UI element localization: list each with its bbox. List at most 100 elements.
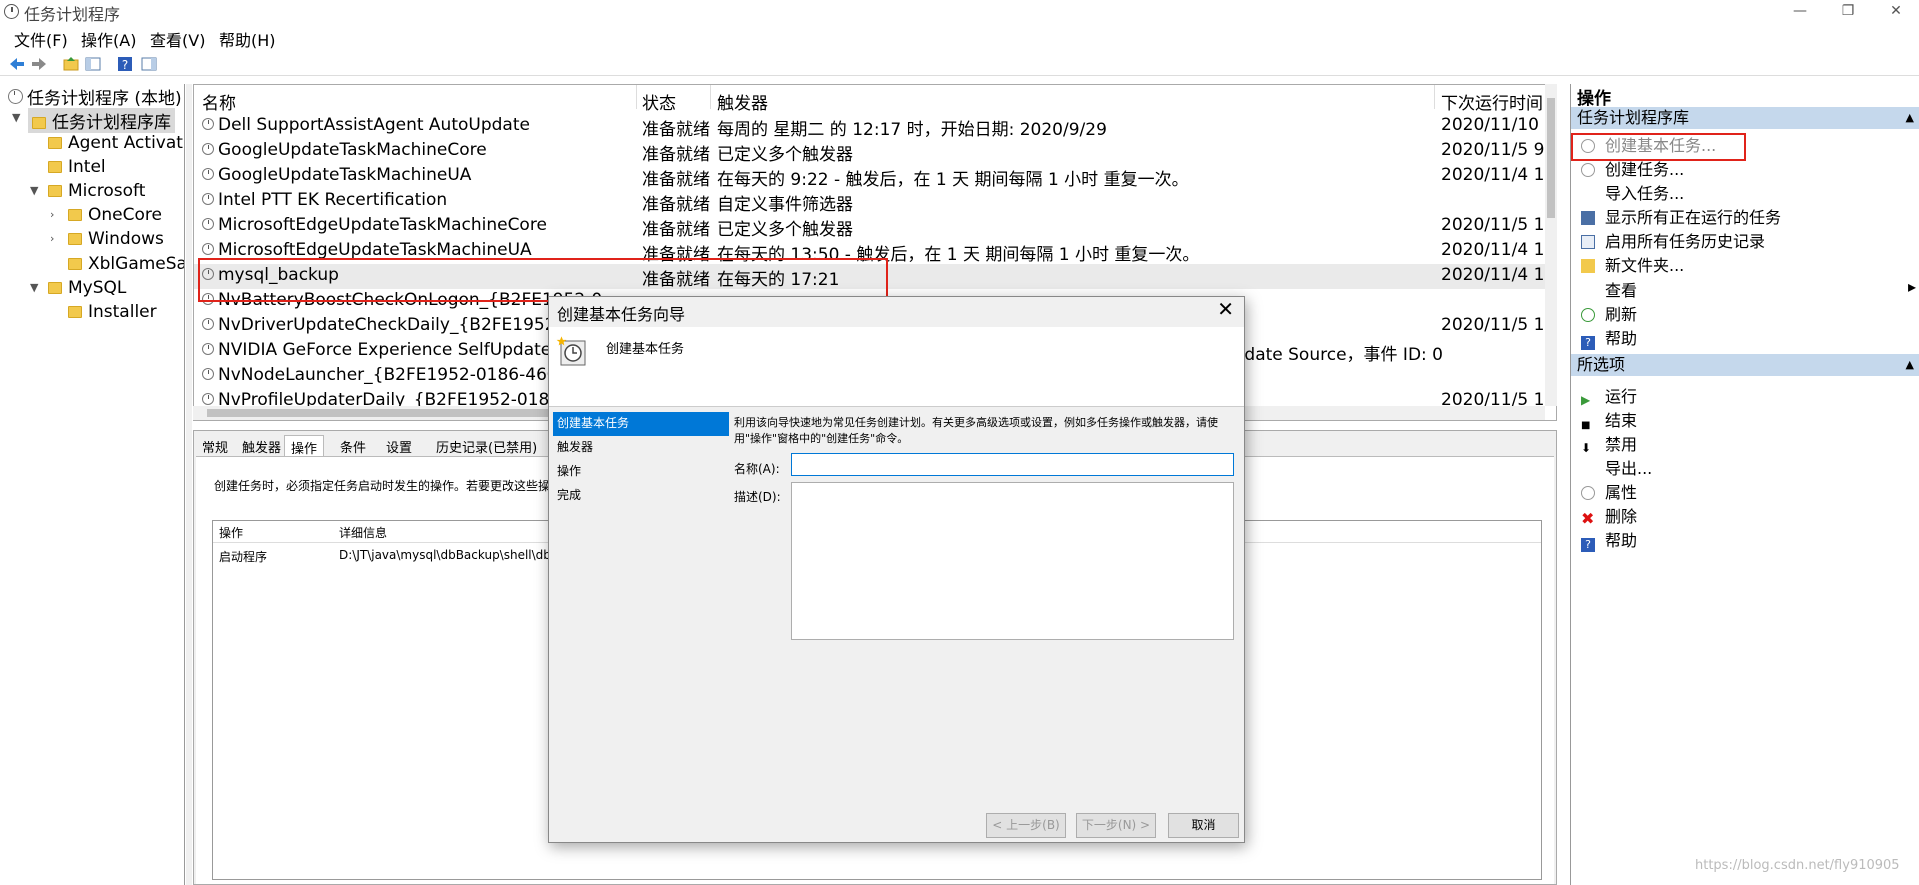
up-folder-icon[interactable] — [62, 55, 80, 73]
chevron-down-icon[interactable]: ▼ — [30, 184, 38, 197]
tree-item-microsoft[interactable]: Microsoft — [48, 181, 145, 201]
table-row[interactable]: MicrosoftEdgeUpdateTaskMachineCore 准备就绪 已定… — [194, 214, 1556, 240]
section-library[interactable]: 任务计划程序库 ▲ — [1571, 107, 1919, 129]
action-refresh[interactable]: 刷新 — [1581, 301, 1637, 325]
menu-action[interactable]: 操作(A) — [81, 27, 136, 51]
blank-icon — [1581, 187, 1595, 201]
task-next-run: 2020/11/4 17 — [1441, 165, 1556, 185]
action-disable[interactable]: ⬇ 禁用 — [1581, 431, 1637, 455]
tree-item-onecore[interactable]: OneCore — [68, 205, 162, 225]
chevron-down-icon[interactable]: ▼ — [12, 111, 20, 124]
task-name: Intel PTT EK Recertification — [218, 190, 448, 210]
vertical-scrollbar[interactable] — [1545, 84, 1557, 406]
tree-root[interactable]: 任务计划程序 (本地) — [8, 84, 182, 109]
forward-arrow-icon[interactable] — [30, 55, 48, 73]
highlight-box — [1571, 133, 1746, 161]
blank-icon — [1581, 284, 1595, 298]
action-help[interactable]: ? 帮助 — [1581, 325, 1637, 350]
tree-item-library[interactable]: 任务计划程序库 — [28, 108, 175, 133]
tab-triggers[interactable]: 触发器 — [236, 435, 287, 458]
tree-item-installer[interactable]: Installer — [68, 302, 157, 322]
tab-conditions[interactable]: 条件 — [334, 435, 372, 458]
tree-item-mysql[interactable]: MySQL — [48, 278, 126, 298]
column-header-detail[interactable]: 详细信息 — [339, 524, 387, 541]
maximize-button[interactable]: ❐ — [1825, 0, 1871, 24]
minimize-button[interactable]: — — [1777, 0, 1823, 24]
step-create[interactable]: 创建基本任务 — [553, 412, 729, 436]
tree-item-xbl[interactable]: XblGameSav — [68, 254, 184, 274]
action-type[interactable]: 启动程序 — [219, 548, 267, 565]
next-button[interactable]: 下一步(N) > — [1076, 813, 1156, 838]
task-status: 准备就绪 — [642, 145, 710, 165]
table-row[interactable]: Intel PTT EK Recertification 准备就绪 自定义事件筛选器 — [194, 189, 1556, 215]
tree-item-windows[interactable]: Windows — [68, 229, 164, 249]
dialog-title: 创建基本任务向导 — [557, 305, 686, 324]
action-import-task[interactable]: 导入任务... — [1581, 180, 1684, 204]
action-path[interactable]: D:\JT\java\mysql\dbBackup\shell\db — [339, 548, 551, 562]
column-header-status[interactable]: 状态 — [642, 89, 676, 114]
help-icon[interactable]: ? — [116, 55, 134, 73]
chevron-right-icon[interactable]: › — [50, 232, 54, 245]
step-trigger[interactable]: 触发器 — [553, 436, 729, 460]
clock-icon — [4, 4, 19, 19]
tree-agent-label: Agent Activatic — [68, 133, 185, 153]
action-delete[interactable]: ✖ 删除 — [1581, 503, 1637, 527]
close-button[interactable]: ✕ — [1873, 0, 1919, 24]
chevron-down-icon[interactable]: ▼ — [30, 281, 38, 294]
cancel-button[interactable]: 取消 — [1168, 813, 1239, 838]
step-finish[interactable]: 完成 — [553, 484, 729, 508]
help-icon: ? — [1581, 538, 1595, 552]
show-hide-tree-icon[interactable] — [84, 55, 102, 73]
description-textarea[interactable] — [791, 482, 1234, 640]
collapse-icon[interactable]: ▲ — [1906, 107, 1914, 129]
name-label: 名称(A): — [734, 462, 780, 476]
action-label: 删除 — [1605, 507, 1638, 526]
back-arrow-icon[interactable] — [8, 55, 26, 73]
tree-item-intel[interactable]: Intel — [48, 157, 106, 177]
action-run[interactable]: ▶ 运行 — [1581, 383, 1637, 407]
action-new-folder[interactable]: 新文件夹... — [1581, 252, 1684, 276]
tree-intel-label: Intel — [68, 157, 106, 177]
toolbar: ? — [0, 52, 1919, 76]
column-header-name[interactable]: 名称 — [202, 89, 236, 114]
section-selected[interactable]: 所选项 ▲ — [1571, 354, 1919, 376]
back-button[interactable]: < 上一步(B) — [986, 813, 1066, 838]
column-header-trigger[interactable]: 触发器 — [717, 89, 768, 114]
collapse-icon[interactable]: ▲ — [1906, 354, 1914, 376]
tab-settings[interactable]: 设置 — [380, 435, 418, 458]
folder-icon — [48, 185, 62, 197]
action-properties[interactable]: 属性 — [1581, 479, 1637, 503]
task-name: MicrosoftEdgeUpdateTaskMachineUA — [218, 240, 532, 260]
task-icon — [1581, 163, 1595, 177]
table-row[interactable]: Dell SupportAssistAgent AutoUpdate 准备就绪 每周… — [194, 114, 1556, 140]
menu-help[interactable]: 帮助(H) — [219, 27, 276, 51]
name-input[interactable] — [791, 453, 1234, 476]
action-pane-icon[interactable] — [140, 55, 158, 73]
tree-mysql-label: MySQL — [68, 278, 127, 298]
column-header-action[interactable]: 操作 — [219, 524, 243, 541]
action-show-running[interactable]: 显示所有正在运行的任务 — [1581, 204, 1781, 228]
task-trigger: 自定义事件筛选器 — [717, 195, 853, 215]
clock-icon — [202, 318, 214, 330]
step-action[interactable]: 操作 — [553, 460, 729, 484]
tree-item-agent[interactable]: Agent Activatic — [48, 133, 185, 153]
table-row[interactable]: GoogleUpdateTaskMachineCore 准备就绪 已定义多个触发器 2… — [194, 139, 1556, 165]
action-view[interactable]: 查看 ▸ — [1581, 277, 1916, 301]
chevron-right-icon[interactable]: › — [50, 208, 54, 221]
tree-installer-label: Installer — [88, 302, 157, 322]
action-label: 查看 — [1605, 281, 1638, 300]
tree-xbl-label: XblGameSav — [88, 254, 184, 274]
action-enable-history[interactable]: 启用所有任务历史记录 — [1581, 228, 1765, 252]
table-row[interactable]: GoogleUpdateTaskMachineUA 准备就绪 在每天的 9:22 -… — [194, 164, 1556, 190]
action-export[interactable]: 导出... — [1581, 455, 1652, 479]
tab-general[interactable]: 常规 — [196, 435, 234, 458]
tree-library-label: 任务计划程序库 — [52, 113, 171, 133]
dialog-close-button[interactable]: ✕ — [1217, 297, 1234, 321]
menu-view[interactable]: 查看(V) — [150, 27, 205, 51]
splitter[interactable] — [186, 84, 192, 885]
tab-history[interactable]: 历史记录(已禁用) — [430, 435, 543, 458]
menu-file[interactable]: 文件(F) — [14, 27, 68, 51]
column-header-next-run[interactable]: 下次运行时间 — [1441, 89, 1543, 114]
action-help-selected[interactable]: ? 帮助 — [1581, 527, 1637, 552]
action-end[interactable]: ■ 结束 — [1581, 407, 1637, 434]
